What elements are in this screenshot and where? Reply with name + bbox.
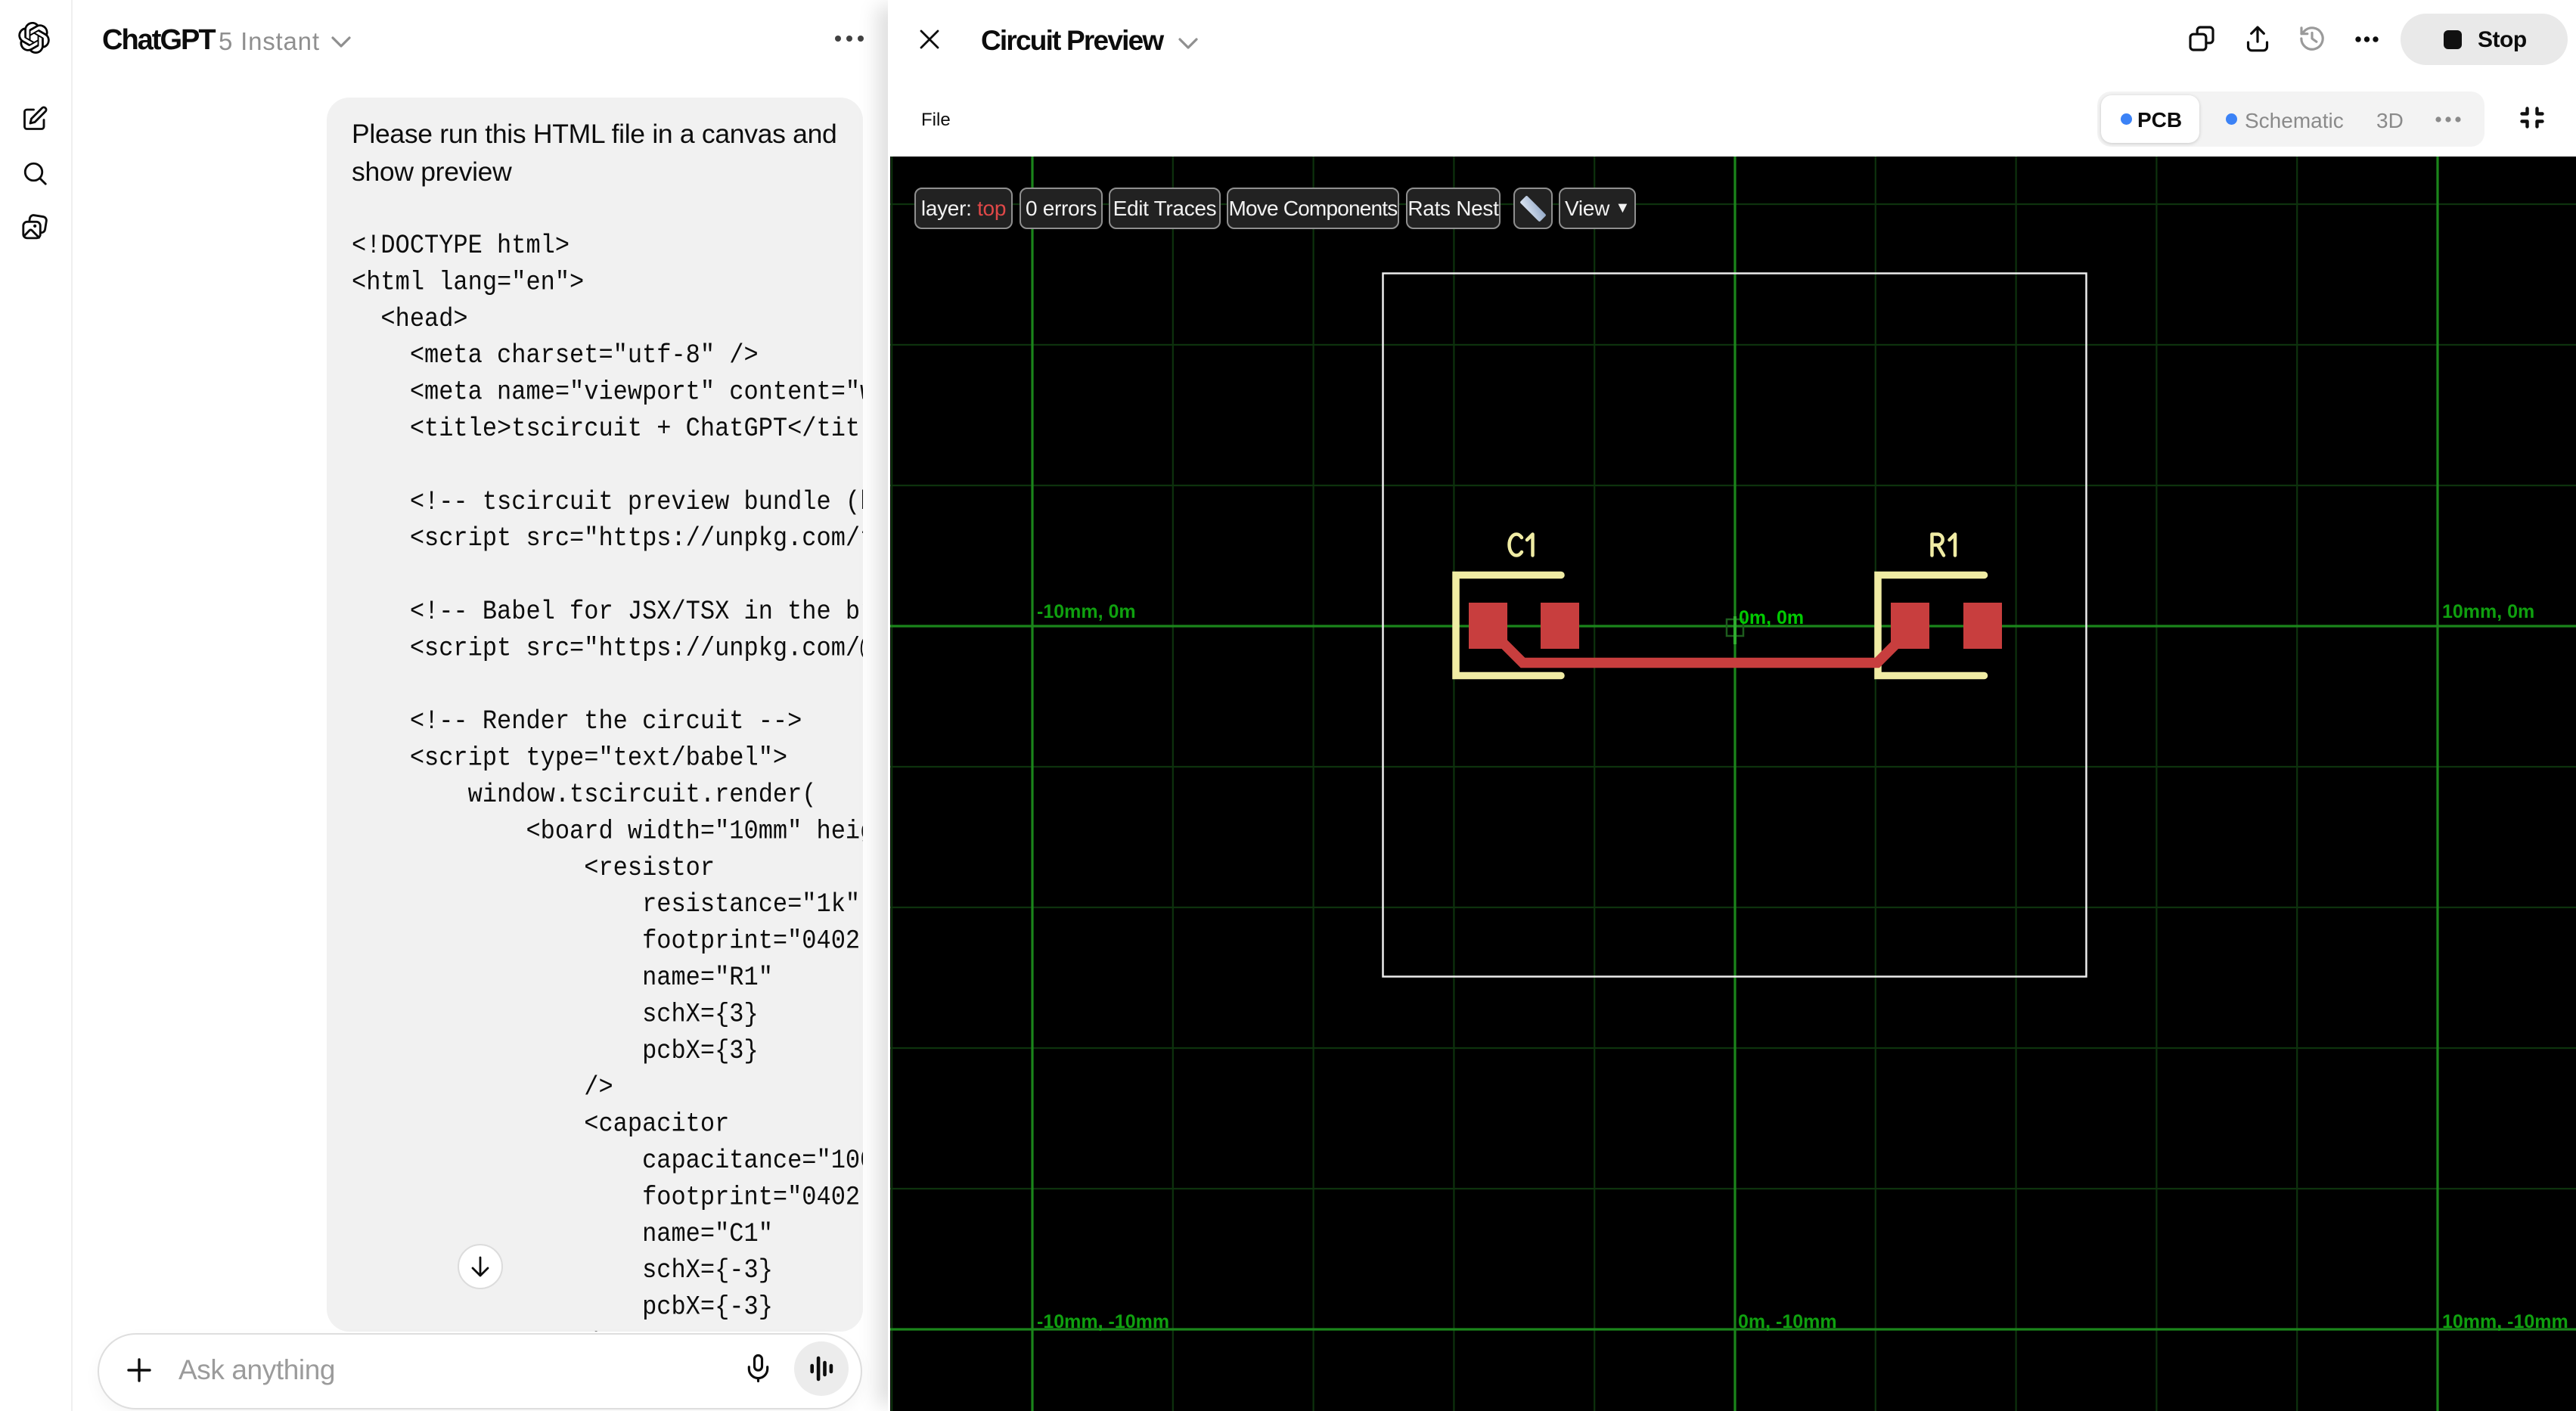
svg-text:-10mm, 0m: -10mm, 0m <box>1037 601 1136 622</box>
svg-text:10mm, 0m: 10mm, 0m <box>2442 601 2534 622</box>
svg-text:0m, -10mm: 0m, -10mm <box>1738 1311 1837 1332</box>
svg-text:10mm, -10mm: 10mm, -10mm <box>2442 1311 2568 1332</box>
svg-text:-10mm, -10mm: -10mm, -10mm <box>1037 1311 1169 1332</box>
svg-text:0m, 0m: 0m, 0m <box>1739 607 1804 628</box>
